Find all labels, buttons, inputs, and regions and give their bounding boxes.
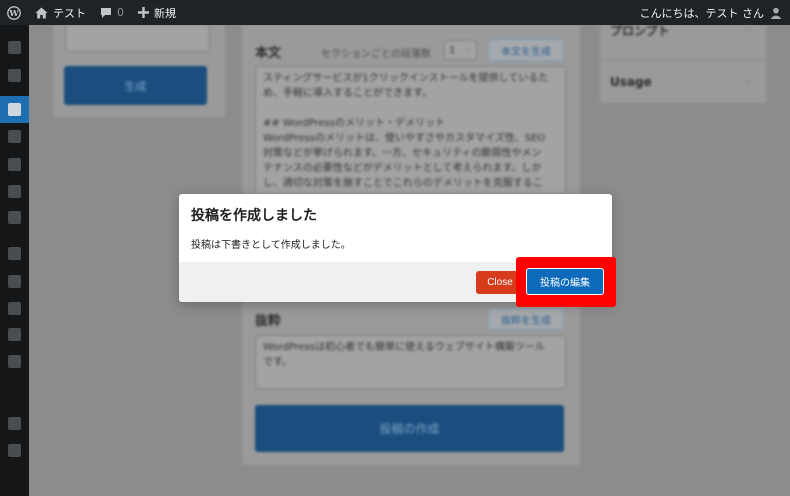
modal-message: 投稿は下書きとして作成しました。: [191, 240, 351, 251]
usage-panel[interactable]: Usage ⌵: [600, 61, 766, 103]
avatar-icon: [770, 7, 782, 19]
generate-button[interactable]: 生成: [64, 66, 207, 105]
home-icon: [35, 7, 48, 18]
chevron-down-icon: ⌵: [745, 25, 752, 35]
pin-icon: [8, 103, 21, 116]
admin-bar-account[interactable]: こんにちは、テスト さん: [633, 0, 790, 25]
collapse-menu-icon[interactable]: [8, 444, 21, 457]
generate-summary-button[interactable]: 抜粋を生成: [488, 308, 564, 330]
section-count-value: 1: [449, 44, 456, 56]
greeting-text: こんにちは、テスト さん: [639, 6, 765, 20]
body-textarea[interactable]: スティングサービスが1クリックインストールを提供しているた め、手軽に導入するこ…: [255, 66, 566, 195]
comments-icon[interactable]: [8, 211, 21, 224]
section-count-select[interactable]: 1 ⌵: [444, 40, 477, 60]
chevron-down-icon: ⌵: [465, 45, 472, 55]
new-label: 新規: [154, 6, 176, 20]
settings-menu-icon[interactable]: [8, 355, 21, 368]
summary-textarea[interactable]: WordPressは初心者でも簡単に使えるウェブサイト構築ツール です。: [255, 335, 566, 389]
settings-icon[interactable]: [8, 69, 21, 82]
body-text: スティングサービスが1クリックインストールを提供しているた め、手軽に導入するこ…: [263, 73, 549, 189]
summary-heading: 抜粋: [255, 314, 282, 329]
users-icon[interactable]: [8, 302, 21, 315]
pin-tool-icon[interactable]: [8, 130, 21, 143]
generate-body-button[interactable]: 本文を生成: [488, 39, 564, 61]
plus-icon: [138, 7, 149, 18]
admin-bar-comments[interactable]: 0: [93, 0, 131, 25]
usage-title: Usage: [610, 75, 652, 89]
plugins-icon[interactable]: [8, 275, 21, 288]
admin-bar-new[interactable]: 新規: [131, 0, 183, 25]
body-heading: 本文: [255, 46, 282, 61]
site-name: テスト: [53, 6, 86, 20]
summary-text: WordPressは初心者でも簡単に使えるウェブサイト構築ツール です。: [263, 342, 545, 368]
edit-post-button[interactable]: 投稿の編集: [526, 268, 604, 295]
svg-text:W: W: [8, 9, 19, 19]
plugin-extra-icon[interactable]: [8, 417, 21, 430]
chevron-down-icon: ⌵: [745, 76, 752, 86]
tools-icon[interactable]: [8, 328, 21, 341]
admin-bar: W テスト 0 新規 こんにちは、テスト さん: [0, 0, 790, 25]
create-post-button[interactable]: 投稿の作成: [255, 405, 564, 452]
dashboard-icon[interactable]: [8, 41, 21, 54]
media-icon[interactable]: [8, 158, 21, 171]
comments-count: 0: [117, 6, 124, 19]
prompt-panel[interactable]: プロンプト ⌵: [600, 24, 766, 60]
modal-title: 投稿を作成しました: [191, 208, 317, 224]
appearance-icon[interactable]: [8, 247, 21, 260]
pages-icon[interactable]: [8, 185, 21, 198]
admin-bar-site[interactable]: テスト: [28, 0, 93, 25]
wordpress-logo-icon[interactable]: W: [0, 0, 28, 25]
posts-menu-item-active[interactable]: [0, 96, 29, 123]
left-input[interactable]: [65, 25, 210, 52]
comment-bubble-icon: [101, 7, 111, 18]
section-count-label: セクションごとの段落数: [321, 49, 431, 60]
admin-side-menu: [0, 25, 29, 496]
left-panel: 生成: [53, 25, 225, 117]
